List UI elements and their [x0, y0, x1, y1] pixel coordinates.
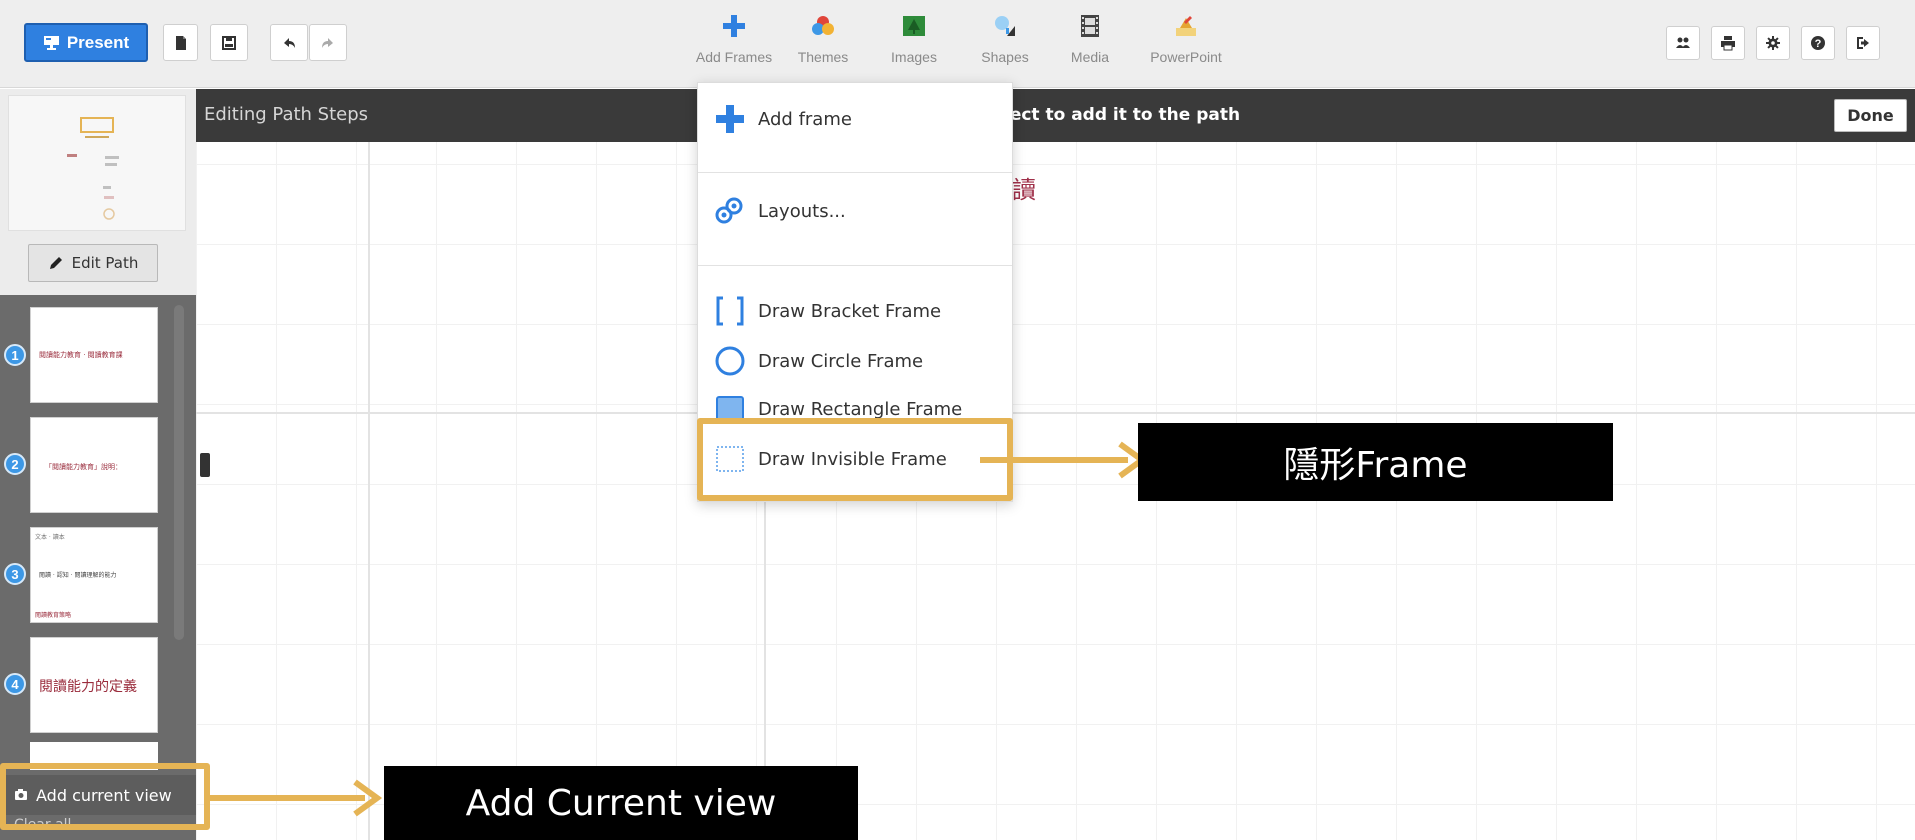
file-icon [175, 35, 186, 50]
path-sidebar-header: Edit Path [0, 89, 196, 295]
plus-icon [720, 11, 748, 41]
add-current-view-callout: Add Current view [384, 766, 858, 840]
arrow-to-add-current-view-label [205, 779, 383, 817]
add-frames-label: Add Frames [695, 49, 773, 65]
layouts-icon [714, 195, 746, 227]
image-icon [900, 11, 928, 41]
canvas-grid-line [196, 412, 1915, 414]
path-step-4[interactable]: 閱讀能力的定義 [30, 637, 158, 733]
powerpoint-label: PowerPoint [1150, 49, 1222, 65]
top-toolbar: Present Add Frames Themes Images Shapes … [0, 0, 1915, 88]
invisible-frame-callout: 隱形Frame [1138, 423, 1613, 501]
share-button[interactable] [1666, 26, 1700, 60]
bracket-icon [714, 295, 746, 327]
images-menu[interactable]: Images [883, 8, 945, 78]
add-frame-item[interactable]: Add frame [714, 103, 852, 135]
undo-button[interactable] [270, 24, 308, 61]
gear-icon [1766, 36, 1780, 50]
dropdown-divider [698, 172, 1012, 173]
path-step-3[interactable]: 文本 · 讀本 閱讀 · 認知 · 閱讀理解的能力 閱讀教育策略 [30, 527, 158, 623]
settings-button[interactable] [1756, 26, 1790, 60]
draw-circle-frame-label: Draw Circle Frame [758, 350, 924, 372]
path-step-2[interactable]: 「閱讀能力教育」說明： [30, 417, 158, 513]
step-2-text: 「閱讀能力教育」說明： [45, 463, 122, 471]
media-label: Media [1070, 49, 1110, 65]
shapes-label: Shapes [981, 49, 1029, 65]
images-label: Images [891, 49, 937, 65]
dropdown-divider [698, 265, 1012, 266]
print-button[interactable] [1711, 26, 1745, 60]
step-1-text: 閱讀能力教育 · 閱讀教育課 [39, 351, 123, 359]
add-frame-label: Add frame [758, 108, 852, 130]
arrow-to-invisible-frame-label [980, 441, 1148, 479]
present-icon [43, 35, 59, 50]
exit-icon [1857, 37, 1869, 49]
film-icon [1076, 11, 1104, 41]
palette-icon [809, 11, 837, 41]
plus-icon [714, 103, 746, 135]
overview-preview [67, 117, 119, 220]
layouts-label: Layouts... [758, 200, 846, 222]
pencil-icon [49, 257, 62, 269]
edit-path-button[interactable]: Edit Path [28, 244, 158, 282]
editing-path-bar: Editing Path Steps ject to add it to the… [196, 89, 1915, 142]
add-frames-menu[interactable]: Add Frames [690, 8, 778, 78]
users-icon [1676, 37, 1690, 48]
prezi-editor: Present Add Frames Themes Images Shapes … [0, 0, 1915, 840]
sidebar-resize-handle[interactable] [200, 453, 210, 477]
themes-menu[interactable]: Themes [792, 8, 854, 78]
shapes-menu[interactable]: Shapes [975, 8, 1035, 78]
step-number-4: 4 [4, 673, 26, 695]
layouts-item[interactable]: Layouts... [714, 195, 846, 227]
canvas-grid-line [368, 142, 370, 840]
step-number-3: 3 [4, 563, 26, 585]
step-number-1: 1 [4, 344, 26, 366]
path-step-1[interactable]: 閱讀能力教育 · 閱讀教育課 [30, 307, 158, 403]
undo-icon [284, 37, 295, 48]
exit-button[interactable] [1846, 26, 1880, 60]
printer-icon [1721, 36, 1735, 51]
powerpoint-icon [1172, 11, 1200, 41]
step-number-2: 2 [4, 453, 26, 475]
editing-path-title: Editing Path Steps [204, 104, 369, 125]
add-current-view-highlight [0, 763, 210, 830]
draw-circle-frame-item[interactable]: Draw Circle Frame [714, 345, 923, 377]
draw-bracket-frame-label: Draw Bracket Frame [758, 300, 942, 322]
path-instruction: ject to add it to the path [1004, 105, 1241, 125]
canvas-partial-text: 讀 [1012, 176, 1036, 204]
powerpoint-menu[interactable]: PowerPoint [1138, 8, 1234, 78]
path-list-scrollbar[interactable] [174, 305, 184, 640]
circle-icon [714, 345, 746, 377]
edit-path-label: Edit Path [71, 254, 139, 272]
present-button[interactable]: Present [24, 23, 148, 62]
prezi-canvas[interactable] [196, 142, 1915, 840]
save-icon [222, 35, 236, 50]
step-4-text: 閱讀能力的定義 [39, 679, 137, 695]
media-menu[interactable]: Media [1062, 8, 1118, 78]
help-button[interactable]: ? [1801, 26, 1835, 60]
svg-text:?: ? [1815, 38, 1822, 50]
step-3-top-text: 文本 · 讀本 [35, 534, 65, 541]
save-button[interactable] [210, 24, 248, 61]
done-button[interactable]: Done [1834, 99, 1907, 132]
step-3-bottom-text: 閱讀教育策略 [35, 612, 72, 619]
help-icon: ? [1811, 36, 1825, 50]
shapes-icon [991, 11, 1019, 41]
redo-icon [322, 37, 333, 48]
draw-rectangle-frame-label: Draw Rectangle Frame [758, 398, 963, 420]
overview-thumbnail[interactable] [8, 95, 186, 231]
step-3-text: 閱讀 · 認知 · 閱讀理解的能力 [39, 572, 117, 579]
new-page-button[interactable] [163, 24, 198, 61]
themes-label: Themes [797, 49, 849, 65]
draw-bracket-frame-item[interactable]: Draw Bracket Frame [714, 295, 941, 327]
present-label: Present [66, 32, 130, 52]
redo-button[interactable] [309, 24, 347, 61]
invisible-frame-highlight [697, 418, 1013, 501]
